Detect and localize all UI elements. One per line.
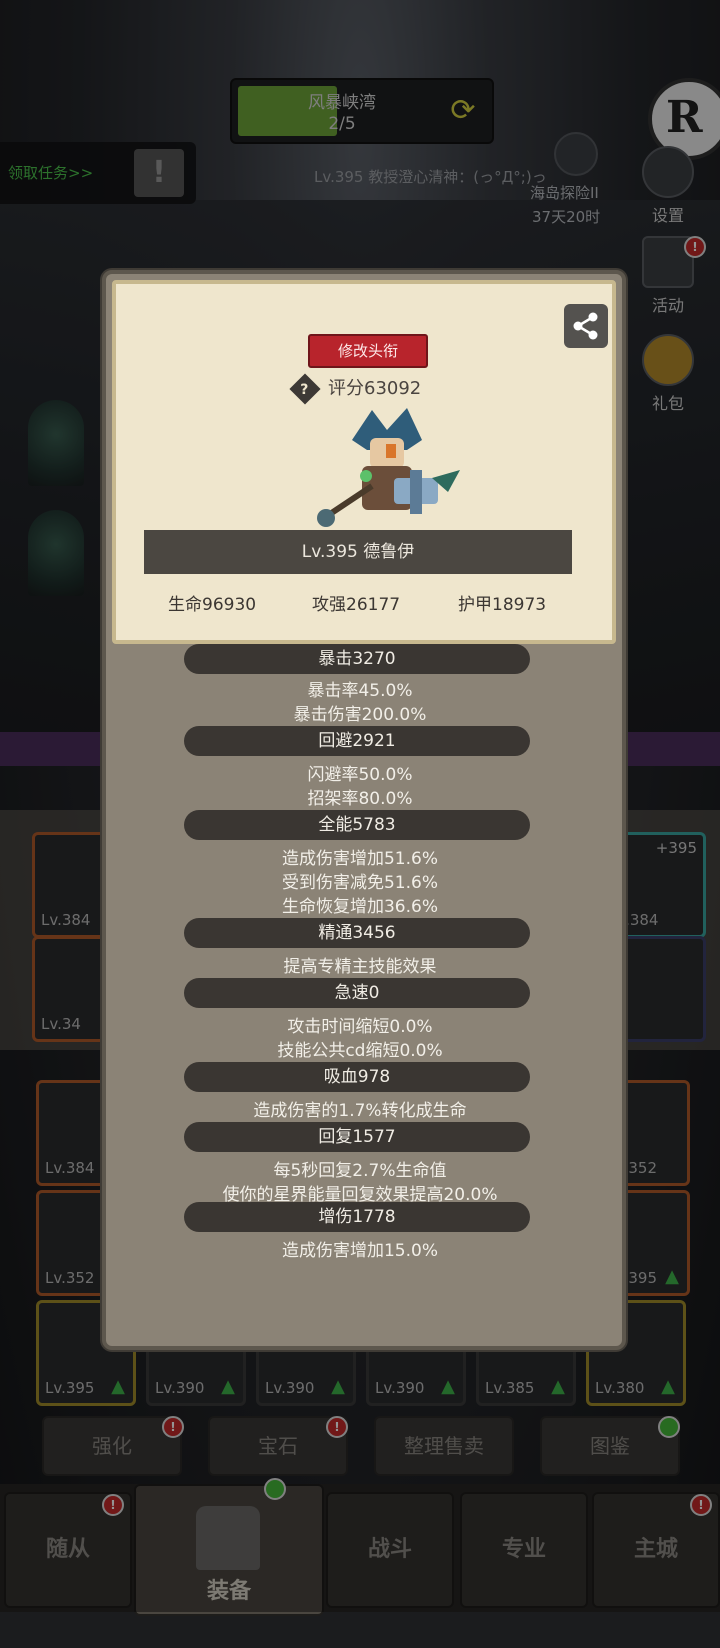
section-line: 攻击时间缩短0.0% bbox=[287, 1017, 433, 1037]
hero-name-banner: Lv.395 德鲁伊 bbox=[144, 530, 572, 574]
edit-title-button[interactable]: 修改头衔 bbox=[308, 334, 428, 368]
score-value: 评分63092 bbox=[328, 378, 422, 399]
stat-armor: 护甲18973 bbox=[458, 595, 547, 615]
section-line: 提高专精主技能效果 bbox=[283, 957, 437, 977]
section-header: 暴击3270 bbox=[184, 644, 530, 674]
section-line: 生命恢复增加36.6% bbox=[281, 897, 438, 917]
section-line: 造成伤害增加15.0% bbox=[281, 1241, 438, 1261]
section-line: 暴击伤害200.0% bbox=[293, 705, 427, 725]
section-line: 造成伤害的1.7%转化成生命 bbox=[253, 1101, 467, 1121]
stat-hp: 生命96930 bbox=[168, 595, 257, 615]
section-line: 招架率80.0% bbox=[307, 789, 413, 809]
section-line: 受到伤害减免51.6% bbox=[281, 873, 438, 893]
share-icon bbox=[573, 312, 598, 340]
section-header: 回复1577 bbox=[184, 1122, 530, 1152]
hero-stats-popup: 修改头衔 ? 评分63092 Lv.395 德鲁伊 生命96930 攻强26177… bbox=[102, 270, 626, 1350]
section-header: 回避2921 bbox=[184, 726, 530, 756]
section-line: 暴击率45.0% bbox=[307, 681, 413, 701]
section-line: 造成伤害增加51.6% bbox=[281, 849, 438, 869]
hero-card: 修改头衔 ? 评分63092 Lv.395 德鲁伊 生命96930 攻强26177… bbox=[112, 280, 616, 644]
section-line: 技能公共cd缩短0.0% bbox=[277, 1041, 443, 1061]
section-line: 闪避率50.0% bbox=[307, 765, 413, 785]
section-line: 每5秒回复2.7%生命值 bbox=[273, 1161, 447, 1181]
section-header: 吸血978 bbox=[184, 1062, 530, 1092]
stat-attack: 攻强26177 bbox=[312, 595, 401, 615]
section-header: 增伤1778 bbox=[184, 1202, 530, 1232]
section-header: 全能5783 bbox=[184, 810, 530, 840]
hero-portrait bbox=[317, 408, 460, 527]
score-row: ? 评分63092 bbox=[289, 373, 422, 405]
section-header: 精通3456 bbox=[184, 918, 530, 948]
section-header: 急速0 bbox=[184, 978, 530, 1008]
share-button[interactable] bbox=[564, 304, 608, 348]
